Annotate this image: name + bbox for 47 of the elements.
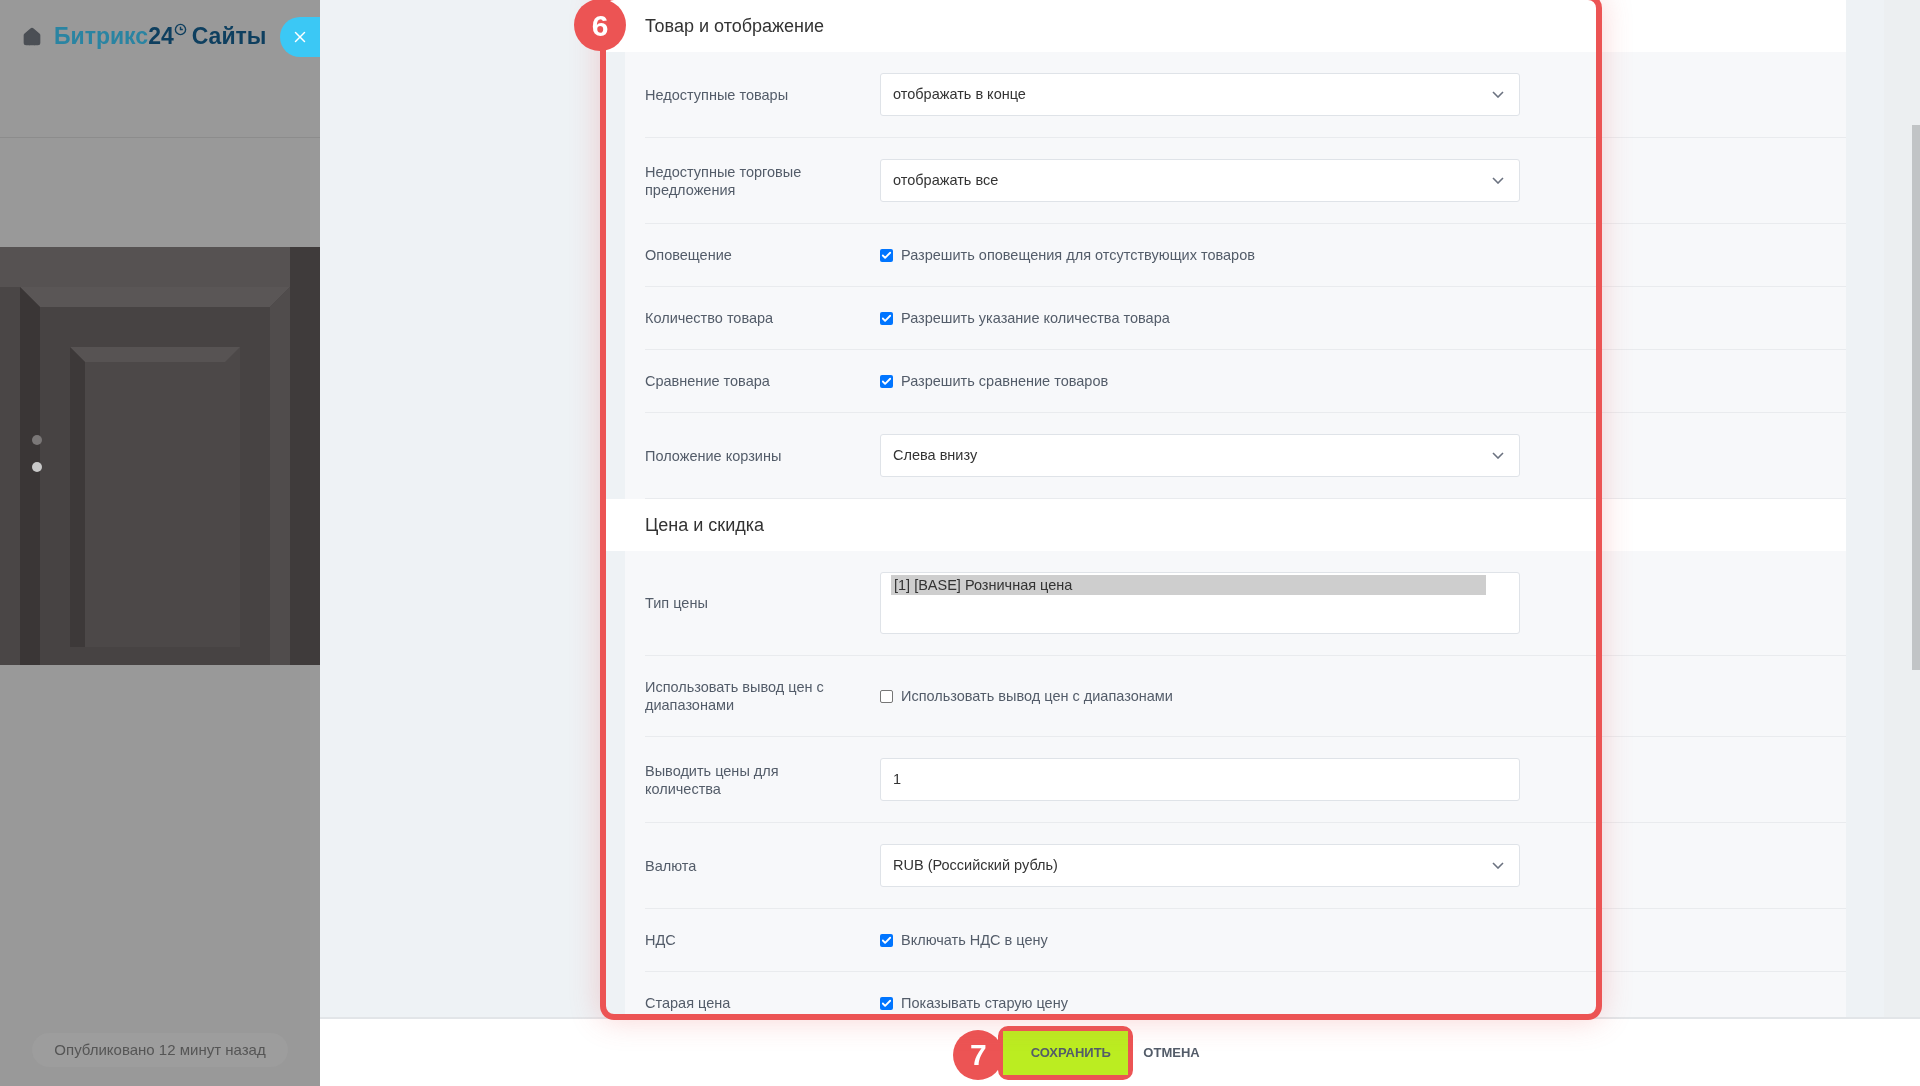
chevron-down-icon: [1492, 862, 1504, 869]
checkbox-label: Показывать старую цену: [901, 994, 1068, 1012]
cancel-button[interactable]: ОТМЕНА: [1141, 1030, 1202, 1075]
checkbox-label: Включать НДС в цену: [901, 931, 1048, 949]
checkbox[interactable]: [880, 689, 893, 703]
field-label: Недоступные торговые предложения: [645, 163, 802, 198]
save-button[interactable]: СОХРАНИТЬ: [1003, 1030, 1129, 1075]
select-field[interactable]: RUB (Российский рубль): [880, 844, 1520, 887]
checkbox[interactable]: [880, 374, 893, 388]
field-label: Старая цена: [645, 995, 731, 1011]
field-label: Выводить цены для количества: [645, 762, 779, 797]
step-badge: 6: [574, 0, 626, 51]
select-field[interactable]: отображать все: [880, 159, 1520, 202]
chevron-down-icon: [1492, 452, 1504, 459]
input-field[interactable]: 1: [880, 758, 1520, 801]
checkbox[interactable]: [880, 311, 893, 325]
field-label: Недоступные товары: [645, 86, 789, 103]
field-label: Оповещение: [645, 247, 732, 263]
field-label: НДС: [645, 932, 676, 948]
logo-number: 24: [148, 22, 174, 51]
scrollbar-thumb[interactable]: [1912, 125, 1920, 670]
logo-product: Сайты: [191, 22, 267, 51]
checkbox-label: Использовать вывод цен с диапазонами: [901, 687, 1173, 705]
section-title: Товар и отображение: [645, 14, 825, 38]
chevron-down-icon: [1492, 177, 1504, 184]
checkbox-label: Разрешить сравнение товаров: [901, 372, 1109, 390]
chevron-down-icon: [1492, 91, 1504, 98]
field-label: Использовать вывод цен с диапазонами: [645, 679, 824, 713]
checkbox-label: Разрешить оповещения для отсутствующих товаров: [901, 246, 1255, 264]
clock-icon: [173, 23, 187, 36]
field-label: Тип цены: [645, 595, 708, 611]
home-icon[interactable]: [22, 27, 42, 47]
listbox-field[interactable]: [1] [BASE] Розничная цена: [880, 572, 1520, 634]
checkbox-label: Разрешить указание количества товара: [901, 309, 1170, 327]
field-label: Количество товара: [645, 310, 774, 326]
select-field[interactable]: Слева внизу: [880, 434, 1520, 477]
list-option[interactable]: [1] [BASE] Розничная цена: [891, 575, 1486, 595]
select-field[interactable]: отображать в конце: [880, 73, 1520, 116]
section-title: Цена и скидка: [645, 513, 765, 537]
field-label: Валюта: [645, 857, 697, 874]
checkbox[interactable]: [880, 248, 893, 262]
field-label: Сравнение товара: [645, 373, 770, 389]
checkbox[interactable]: [880, 933, 893, 947]
checkbox[interactable]: [880, 996, 893, 1010]
logo-text: Битрикс: [54, 22, 149, 51]
field-label: Положение корзины: [645, 447, 782, 464]
publish-status: Опубликовано 12 минут назад: [32, 1032, 288, 1067]
